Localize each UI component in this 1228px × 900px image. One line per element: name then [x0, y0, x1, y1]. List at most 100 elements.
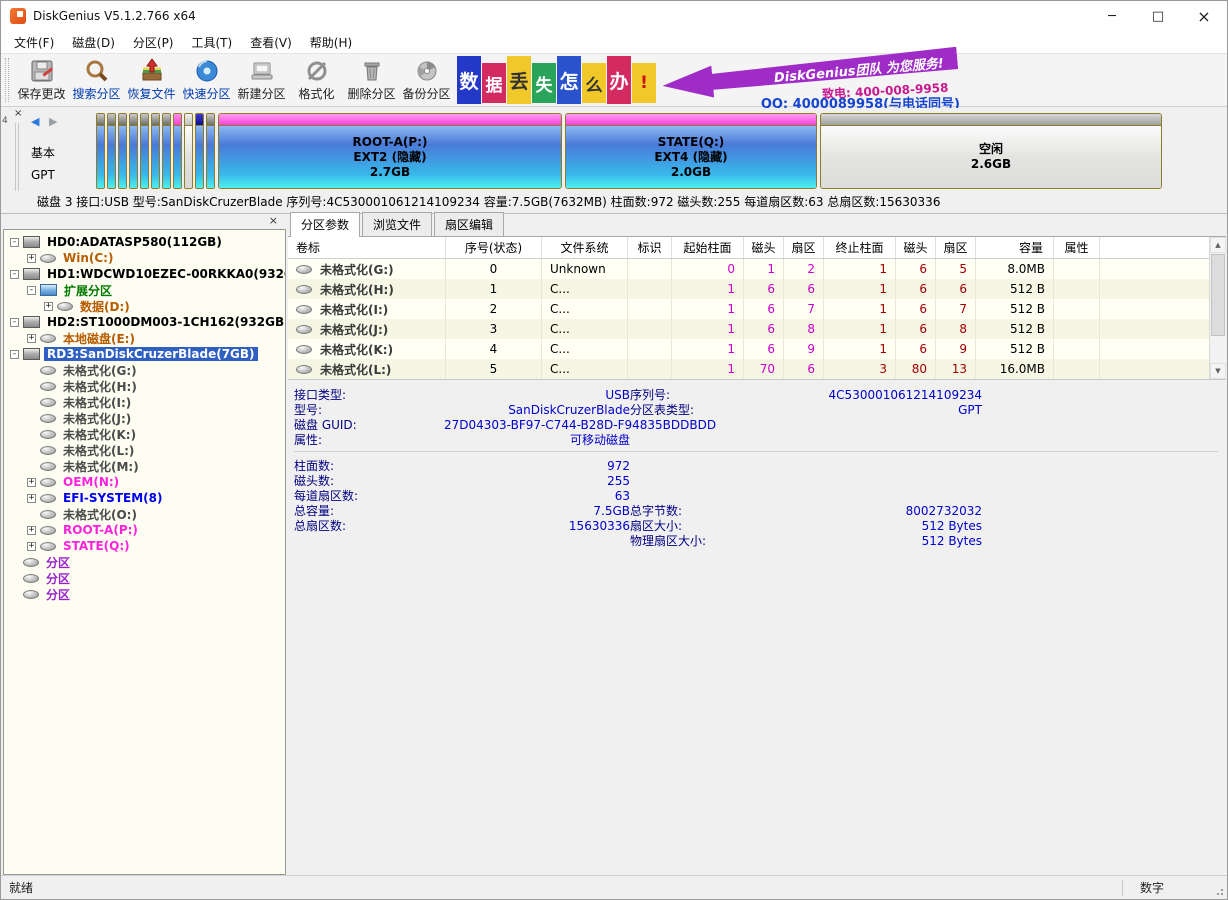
tree-expander-icon[interactable]: + — [27, 334, 36, 343]
tab[interactable]: 浏览文件 — [362, 212, 432, 236]
tree-item[interactable]: + ROOT-A(P:) — [4, 522, 285, 538]
partition-bar-small[interactable] — [206, 113, 215, 189]
tree-expander-icon[interactable]: - — [10, 350, 19, 359]
column-header[interactable]: 磁头 — [744, 237, 784, 258]
table-row[interactable]: 未格式化(H:) 1 C... 1 6 6 1 6 6 512 B — [288, 279, 1226, 299]
partition-bar-small[interactable] — [184, 113, 193, 189]
partition-bar[interactable]: ROOT-A(P:) EXT2 (隐藏) 2.7GB — [218, 113, 562, 189]
partition-map-close-icon[interactable]: × — [14, 109, 22, 119]
menu-item[interactable]: 文件(F) — [5, 31, 63, 54]
close-button[interactable]: × — [1181, 1, 1227, 31]
format-button[interactable]: 格式化 — [289, 55, 344, 105]
partition-bar-small[interactable] — [140, 113, 149, 189]
partition-map-grip[interactable] — [15, 123, 19, 191]
tree-item[interactable]: + 数据(D:) — [4, 298, 285, 314]
column-header[interactable] — [1100, 237, 1226, 258]
tree-expander-icon[interactable]: - — [27, 286, 36, 295]
save-changes-button[interactable]: 保存更改 — [14, 55, 69, 105]
partition-bar-small[interactable] — [173, 113, 182, 189]
tree-item[interactable]: 分区 — [4, 554, 285, 570]
recover-files-button[interactable]: 恢复文件 — [124, 55, 179, 105]
partition-bar[interactable]: 空闲 2.6GB — [820, 113, 1162, 189]
menu-item[interactable]: 分区(P) — [124, 31, 183, 54]
tree-item[interactable]: - 扩展分区 — [4, 282, 285, 298]
next-disk-icon[interactable]: ▶ — [49, 115, 60, 128]
column-header[interactable]: 扇区 — [784, 237, 824, 258]
column-header[interactable]: 终止柱面 — [824, 237, 896, 258]
tree-expander-icon[interactable]: + — [27, 254, 36, 263]
tree-expander-icon[interactable]: - — [10, 318, 19, 327]
tree-item[interactable]: 未格式化(L:) — [4, 442, 285, 458]
partition-bar-small[interactable] — [151, 113, 160, 189]
toolbar-grip[interactable] — [5, 58, 9, 102]
new-partition-button[interactable]: 新建分区 — [234, 55, 289, 105]
tab[interactable]: 扇区编辑 — [434, 212, 504, 236]
partition-bar-small[interactable] — [96, 113, 105, 189]
column-header[interactable]: 容量 — [976, 237, 1054, 258]
column-header[interactable]: 属性 — [1054, 237, 1100, 258]
partition-bar-small[interactable] — [129, 113, 138, 189]
table-row[interactable]: 未格式化(K:) 4 C... 1 6 9 1 6 9 512 B — [288, 339, 1226, 359]
menu-item[interactable]: 查看(V) — [241, 31, 301, 54]
tree-item[interactable]: 未格式化(K:) — [4, 426, 285, 442]
menu-item[interactable]: 工具(T) — [183, 31, 242, 54]
view-mode-label[interactable]: 基本 — [31, 144, 55, 161]
tree-item[interactable]: + 本地磁盘(E:) — [4, 330, 285, 346]
tree-item[interactable]: + STATE(Q:) — [4, 538, 285, 554]
tree-item[interactable]: 未格式化(M:) — [4, 458, 285, 474]
tree-expander-icon[interactable]: - — [10, 238, 19, 247]
prev-disk-icon[interactable]: ◀ — [31, 115, 42, 128]
partition-bar[interactable]: STATE(Q:) EXT4 (隐藏) 2.0GB — [565, 113, 817, 189]
tree-item[interactable]: 未格式化(O:) — [4, 506, 285, 522]
tree-item[interactable]: 未格式化(G:) — [4, 362, 285, 378]
partition-bar-small[interactable] — [118, 113, 127, 189]
tree-item[interactable]: 分区 — [4, 586, 285, 602]
quick-partition-button[interactable]: 快速分区 — [179, 55, 234, 105]
menu-item[interactable]: 磁盘(D) — [63, 31, 124, 54]
tree-item[interactable]: 未格式化(J:) — [4, 410, 285, 426]
partition-bar-small[interactable] — [195, 113, 204, 189]
tree-panel-close-icon[interactable]: × — [269, 215, 278, 227]
maximize-button[interactable]: □ — [1135, 1, 1181, 31]
tree-item[interactable]: 未格式化(I:) — [4, 394, 285, 410]
partition-bar-small[interactable] — [162, 113, 171, 189]
table-row[interactable]: 未格式化(J:) 3 C... 1 6 8 1 6 8 512 B — [288, 319, 1226, 339]
tree-expander-icon[interactable]: + — [44, 302, 53, 311]
column-header[interactable]: 文件系统 — [542, 237, 628, 258]
tree-item[interactable]: - RD3:SanDiskCruzerBlade(7GB) — [4, 346, 285, 362]
tree-item[interactable]: 分区 — [4, 570, 285, 586]
column-header[interactable]: 扇区 — [936, 237, 976, 258]
scroll-down-icon[interactable]: ▼ — [1210, 363, 1226, 379]
tab[interactable]: 分区参数 — [290, 212, 360, 237]
column-header[interactable]: 标识 — [628, 237, 672, 258]
minimize-button[interactable]: ─ — [1089, 1, 1135, 31]
table-row[interactable]: 未格式化(L:) 5 C... 1 70 6 3 80 13 16.0MB — [288, 359, 1226, 379]
ad-banner[interactable]: 数 据 丢 失 怎 么 办 ! DiskGenius团队 为您服务! — [457, 56, 962, 106]
column-header[interactable]: 序号(状态) — [446, 237, 542, 258]
tree-expander-icon[interactable]: + — [27, 494, 36, 503]
tree-expander-icon[interactable]: - — [10, 270, 19, 279]
tree-expander-icon[interactable]: + — [27, 478, 36, 487]
tree-item[interactable]: + OEM(N:) — [4, 474, 285, 490]
tree-item[interactable]: - HD2:ST1000DM003-1CH162(932GB) — [4, 314, 285, 330]
tree-item[interactable]: 未格式化(H:) — [4, 378, 285, 394]
tree-item[interactable]: - HD1:WDCWD10EZEC-00RKKA0(932GB) — [4, 266, 285, 282]
search-partition-button[interactable]: 搜索分区 — [69, 55, 124, 105]
scroll-up-icon[interactable]: ▲ — [1210, 237, 1226, 253]
column-header[interactable]: 磁头 — [896, 237, 936, 258]
table-row[interactable]: 未格式化(G:) 0 Unknown 0 1 2 1 6 5 8.0MB — [288, 259, 1226, 279]
tree-item[interactable]: - HD0:ADATASP580(112GB) — [4, 234, 285, 250]
table-row[interactable]: 未格式化(I:) 2 C... 1 6 7 1 6 7 512 B — [288, 299, 1226, 319]
table-scrollbar[interactable]: ▲ ▼ — [1209, 237, 1226, 379]
menu-item[interactable]: 帮助(H) — [301, 31, 361, 54]
partition-bar-small[interactable] — [107, 113, 116, 189]
tree-item[interactable]: + EFI-SYSTEM(8) — [4, 490, 285, 506]
scrollbar-thumb[interactable] — [1211, 254, 1225, 336]
backup-partition-button[interactable]: 备份分区 — [399, 55, 454, 105]
tree-expander-icon[interactable]: + — [27, 542, 36, 551]
delete-partition-button[interactable]: 删除分区 — [344, 55, 399, 105]
column-header[interactable]: 起始柱面 — [672, 237, 744, 258]
resize-grip[interactable] — [1211, 876, 1227, 899]
tree-expander-icon[interactable]: + — [27, 526, 36, 535]
column-header[interactable]: 卷标 — [288, 237, 446, 258]
